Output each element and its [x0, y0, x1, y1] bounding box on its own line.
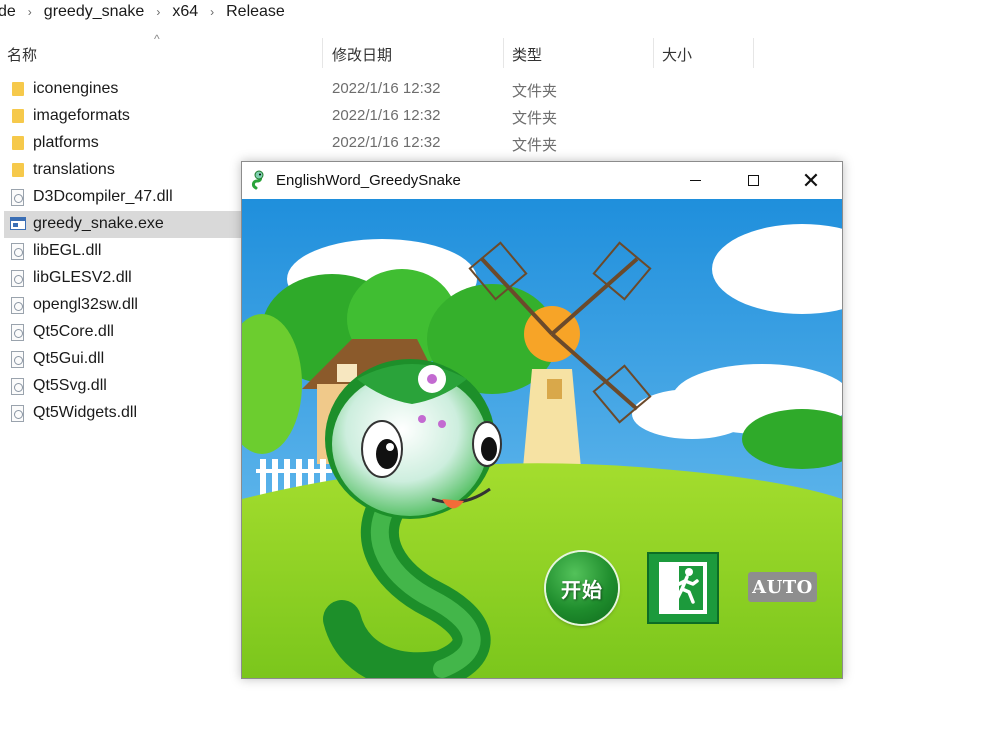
file-row[interactable]: platforms 2022/1/16 12:32 文件夹: [0, 130, 999, 157]
window-titlebar[interactable]: EnglishWord_GreedySnake ✕: [242, 162, 842, 199]
file-name: iconengines: [33, 80, 119, 97]
dll-file-icon: [11, 351, 24, 368]
chevron-right-icon: ›: [156, 5, 161, 19]
column-header-name[interactable]: 名称: [7, 44, 37, 65]
file-name: Qt5Widgets.dll: [33, 404, 138, 421]
column-divider[interactable]: [653, 38, 654, 68]
folder-icon: [12, 82, 24, 96]
exit-button[interactable]: [647, 552, 719, 624]
breadcrumb-item[interactable]: de: [0, 3, 20, 21]
game-window: EnglishWord_GreedySnake ✕ 开始 AUTO: [241, 161, 843, 679]
file-row[interactable]: iconengines 2022/1/16 12:32 文件夹: [0, 76, 999, 103]
dll-file-icon: [11, 405, 24, 422]
exe-file-icon: [10, 217, 26, 230]
file-name: libGLESV2.dll: [33, 269, 132, 286]
file-name: D3Dcompiler_47.dll: [33, 188, 173, 205]
breadcrumb-item[interactable]: greedy_snake: [40, 3, 149, 21]
file-row[interactable]: imageformats 2022/1/16 12:32 文件夹: [0, 103, 999, 130]
maximize-button[interactable]: [724, 162, 782, 199]
maximize-icon: [747, 175, 759, 186]
file-name: Qt5Gui.dll: [33, 350, 105, 367]
dll-file-icon: [11, 243, 24, 260]
dll-file-icon: [11, 189, 24, 206]
file-date: 2022/1/16 12:32: [332, 134, 441, 151]
start-button[interactable]: 开始: [546, 552, 618, 624]
chevron-right-icon: ›: [210, 5, 215, 19]
snake-app-icon: [252, 170, 264, 190]
file-name: libEGL.dll: [33, 242, 102, 259]
dll-file-icon: [11, 324, 24, 341]
column-divider[interactable]: [322, 38, 323, 68]
minimize-button[interactable]: [666, 162, 724, 199]
file-date: 2022/1/16 12:32: [332, 80, 441, 97]
file-name: Qt5Svg.dll: [33, 377, 107, 394]
file-type: 文件夹: [512, 83, 558, 100]
column-header-size[interactable]: 大小: [662, 44, 692, 65]
breadcrumb-item[interactable]: Release: [222, 3, 289, 21]
column-header-type[interactable]: 类型: [512, 44, 542, 65]
file-name: platforms: [33, 134, 99, 151]
file-name: translations: [33, 161, 115, 178]
file-name: imageformats: [33, 107, 130, 124]
dll-file-icon: [11, 270, 24, 287]
column-divider[interactable]: [503, 38, 504, 68]
running-man-exit-icon: [659, 562, 707, 614]
dll-file-icon: [11, 378, 24, 395]
file-name: greedy_snake.exe: [33, 215, 164, 232]
file-name: Qt5Core.dll: [33, 323, 114, 340]
window-title: EnglishWord_GreedySnake: [276, 172, 461, 189]
folder-icon: [12, 109, 24, 123]
cartoon-scene-image: [242, 199, 842, 678]
close-button[interactable]: ✕: [782, 162, 840, 199]
column-headers: 名称 修改日期 类型 大小: [0, 36, 999, 70]
close-icon: ✕: [801, 167, 821, 193]
file-date: 2022/1/16 12:32: [332, 107, 441, 124]
dll-file-icon: [11, 297, 24, 314]
folder-icon: [12, 136, 24, 150]
file-type: 文件夹: [512, 137, 558, 154]
column-divider[interactable]: [753, 38, 754, 68]
file-type: 文件夹: [512, 110, 558, 127]
breadcrumb-item[interactable]: x64: [168, 3, 202, 21]
auto-button[interactable]: AUTO: [748, 572, 817, 602]
breadcrumb: de › greedy_snake › x64 › Release: [0, 0, 999, 24]
file-name: opengl32sw.dll: [33, 296, 138, 313]
chevron-right-icon: ›: [27, 5, 32, 19]
folder-icon: [12, 163, 24, 177]
game-background: 开始 AUTO: [242, 199, 842, 678]
minimize-icon: [689, 180, 701, 181]
column-header-date[interactable]: 修改日期: [332, 44, 392, 65]
